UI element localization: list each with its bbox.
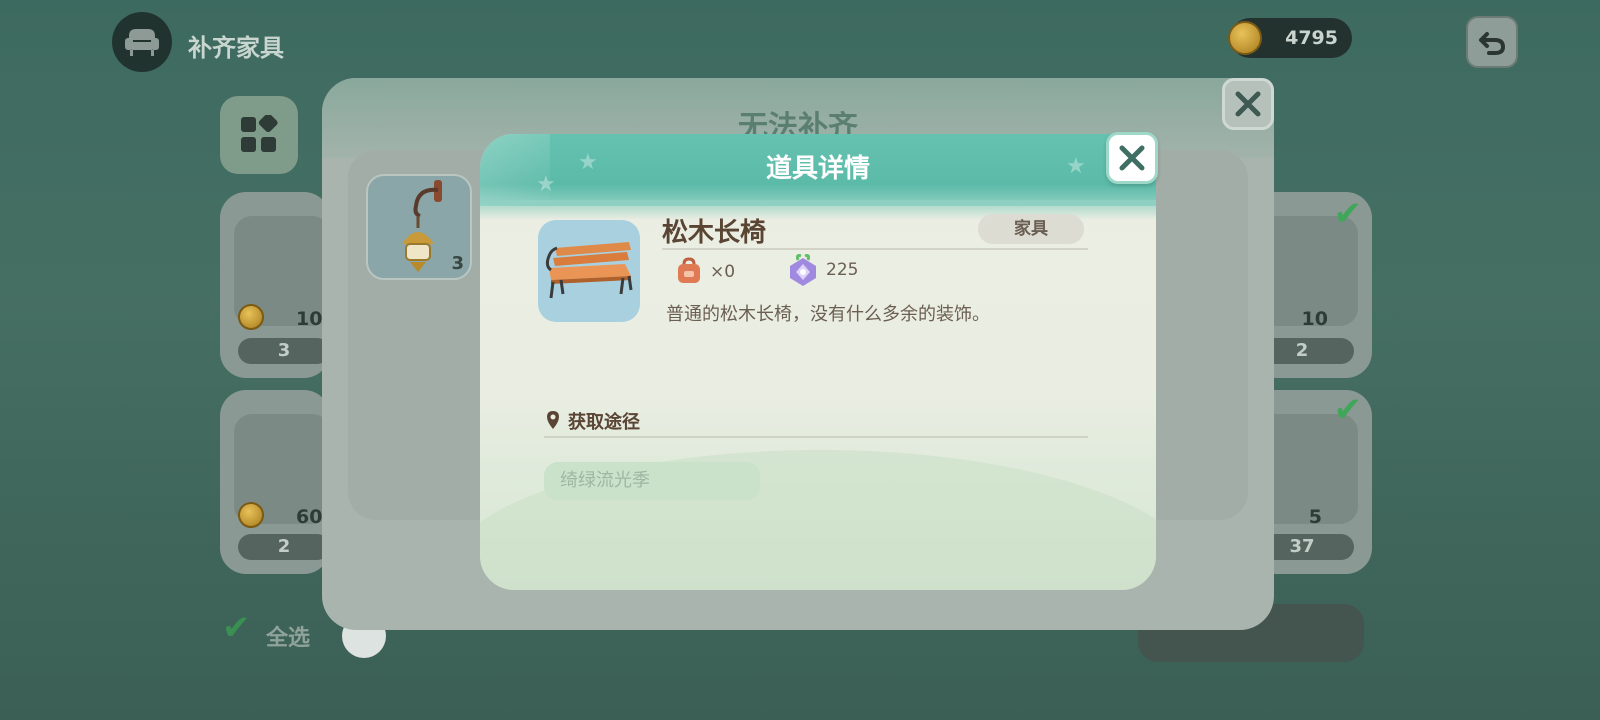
item-description: 普通的松木长椅，没有什么多余的装饰。 bbox=[666, 304, 990, 325]
card-price: 60 bbox=[296, 506, 323, 528]
select-all-label[interactable]: 全选 bbox=[266, 620, 310, 652]
coin-amount: 4795 bbox=[1285, 27, 1338, 49]
card-price: 10 bbox=[296, 308, 323, 330]
furniture-card-fence[interactable]: 60 2 bbox=[220, 390, 330, 574]
coin-icon bbox=[1228, 21, 1262, 55]
crystal-icon bbox=[790, 254, 816, 286]
furniture-card-door[interactable]: 10 3 bbox=[220, 192, 330, 378]
card-count: 2 bbox=[238, 534, 330, 560]
owned-count: ×0 bbox=[710, 262, 736, 282]
source-section-title: 获取途径 bbox=[568, 412, 640, 433]
card-price: 5 bbox=[1308, 506, 1322, 528]
item-value: 225 bbox=[826, 260, 859, 280]
grid-icon bbox=[241, 115, 278, 152]
divider bbox=[662, 248, 1088, 250]
undo-arrow-icon bbox=[1479, 32, 1506, 55]
item-name: 松木长椅 bbox=[662, 218, 767, 248]
furniture-icon bbox=[112, 12, 172, 72]
wall-lamp-item[interactable]: 3 bbox=[366, 174, 472, 280]
item-category-tag: 家具 bbox=[978, 214, 1084, 244]
close-icon bbox=[1119, 145, 1145, 171]
close-icon bbox=[1235, 91, 1261, 117]
coin-icon bbox=[238, 304, 264, 330]
location-pin-icon bbox=[547, 411, 559, 429]
pine-bench-icon bbox=[545, 242, 633, 299]
card-price: 10 bbox=[1301, 308, 1328, 330]
check-icon: ✔ bbox=[1333, 390, 1363, 430]
close-cannot-complete-button[interactable] bbox=[1222, 78, 1274, 130]
item-count: 3 bbox=[451, 253, 464, 274]
page-title: 补齐家具 bbox=[188, 34, 284, 62]
item-thumbnail bbox=[538, 220, 640, 322]
source-item-button[interactable]: 绮绿流光季 bbox=[544, 462, 760, 500]
item-detail-dialog: ★ ★ ★ 道具详情 松木长椅 家具 ×0 225 普通的松木长椅，没有什么多余… bbox=[480, 134, 1156, 590]
check-icon: ✔ bbox=[1333, 194, 1363, 234]
dialog-title: 道具详情 bbox=[765, 154, 870, 184]
close-detail-button[interactable] bbox=[1106, 132, 1158, 184]
category-all-tab[interactable] bbox=[220, 96, 298, 174]
backpack-icon bbox=[678, 257, 700, 283]
coin-balance: 4795 bbox=[1228, 18, 1352, 58]
back-button[interactable] bbox=[1466, 16, 1518, 68]
coin-icon bbox=[238, 502, 264, 528]
select-all-check-icon[interactable]: ✔ bbox=[222, 608, 251, 648]
divider bbox=[544, 436, 1088, 438]
card-count: 3 bbox=[238, 338, 330, 364]
